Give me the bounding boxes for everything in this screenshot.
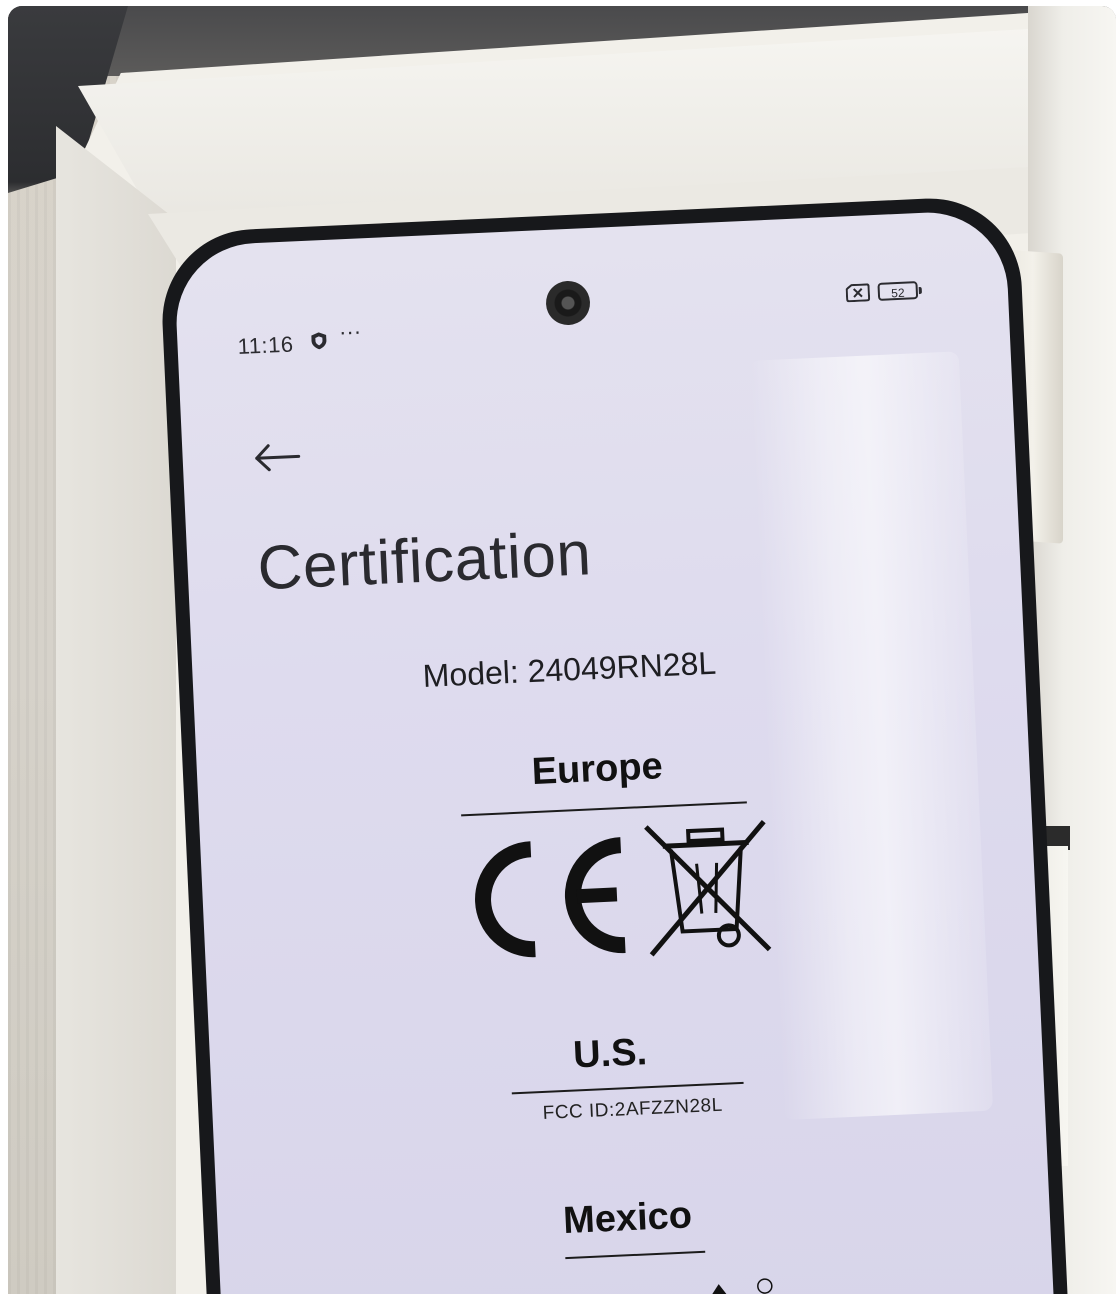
screen-glare [748, 351, 994, 1121]
ce-mark-icon [475, 837, 626, 958]
us-divider [511, 1081, 744, 1095]
status-time: 11:16 [237, 331, 295, 360]
box-left-wall [56, 126, 176, 1294]
fcc-id: FCC ID:2AFZZN28L [542, 1094, 724, 1124]
section-title-mexico: Mexico [562, 1194, 693, 1243]
photo: 11:16 ··· 52 Certification Model: 24049R… [8, 6, 1116, 1294]
battery-icon: 52 [877, 281, 919, 301]
phone: 11:16 ··· 52 Certification Model: 24049R… [158, 194, 1069, 1294]
section-title-europe: Europe [530, 745, 664, 794]
phone-screen: 11:16 ··· 52 Certification Model: 24049R… [173, 209, 1055, 1294]
status-right-group: 52 [845, 281, 919, 303]
section-title-us: U.S. [572, 1031, 648, 1077]
status-more-dots: ··· [338, 318, 362, 345]
model-number: Model: 24049RN28L [421, 644, 717, 694]
page-title: Certification [256, 519, 593, 604]
mexico-divider [565, 1250, 706, 1260]
front-camera-icon [545, 280, 591, 326]
europe-divider [461, 801, 747, 817]
ifetel-logo-icon [709, 1278, 773, 1294]
back-arrow-icon[interactable] [252, 441, 301, 473]
crossed-bin-icon [644, 820, 772, 957]
shield-icon [311, 332, 327, 350]
no-sim-icon [845, 283, 871, 303]
